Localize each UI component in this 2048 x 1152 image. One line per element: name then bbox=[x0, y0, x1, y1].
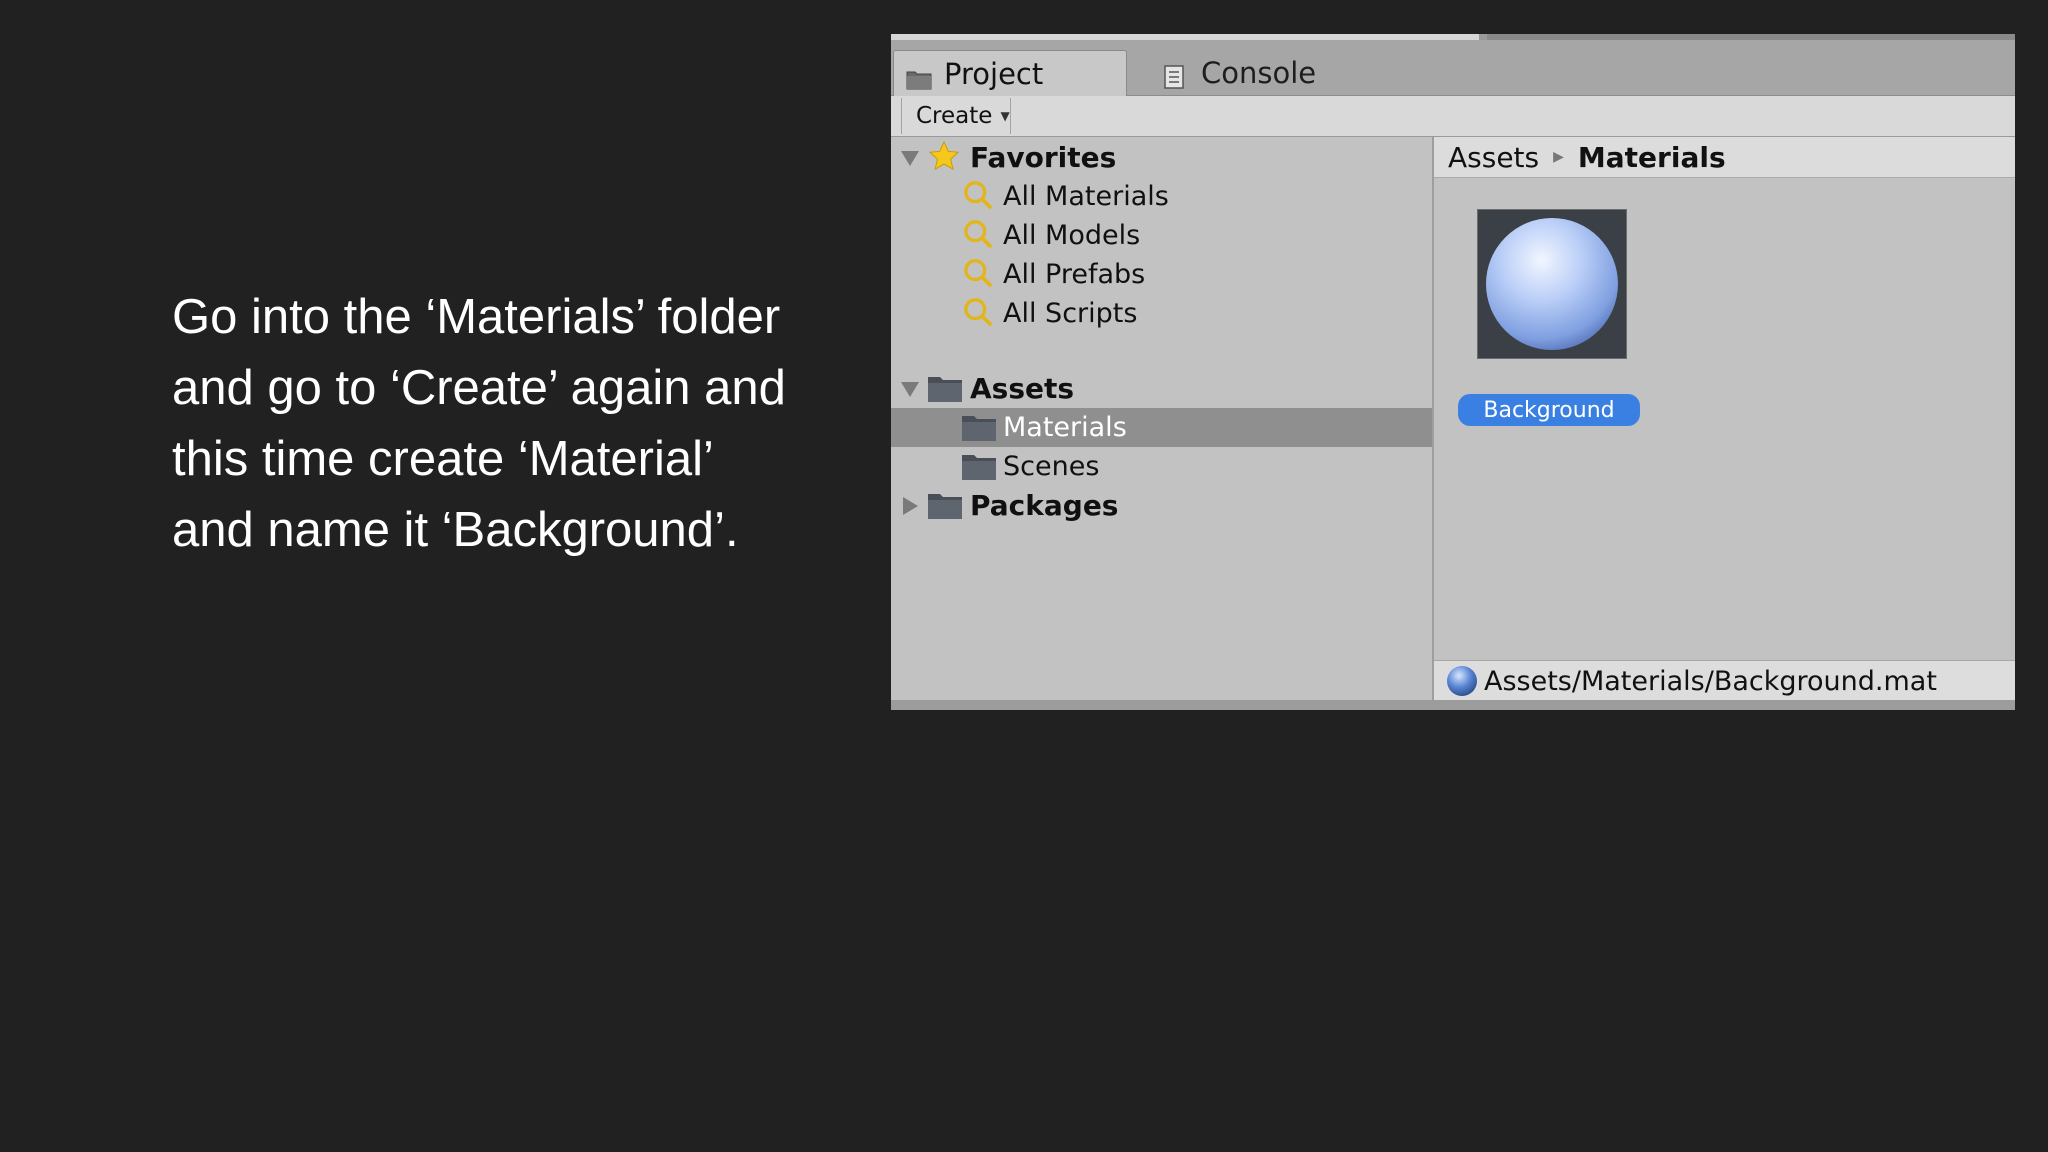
window-bottom-strip bbox=[891, 700, 2015, 710]
folder-icon bbox=[928, 494, 962, 519]
instruction-line: this time create ‘Material’ bbox=[172, 432, 714, 486]
tree-label: Packages bbox=[970, 489, 1119, 522]
instruction-text: Go into the ‘Materials’ folder and go to… bbox=[172, 282, 872, 566]
search-icon bbox=[964, 298, 993, 327]
tree-item-packages[interactable]: Packages bbox=[891, 486, 1432, 525]
tree-item-all-prefabs[interactable]: All Prefabs bbox=[891, 255, 1432, 294]
search-icon bbox=[964, 220, 993, 249]
material-sphere-icon bbox=[1486, 218, 1618, 350]
tree-item-all-scripts[interactable]: All Scripts bbox=[891, 294, 1432, 333]
tree-label: All Materials bbox=[1003, 181, 1169, 212]
tree-item-materials[interactable]: Materials bbox=[891, 408, 1432, 447]
tree-label: Materials bbox=[1003, 412, 1127, 443]
tab-project[interactable]: Project bbox=[893, 50, 1127, 96]
folder-icon bbox=[928, 377, 962, 402]
breadcrumb-separator-icon: ▶ bbox=[1553, 149, 1564, 165]
tab-console[interactable]: Console bbox=[1151, 50, 1351, 95]
status-bar: Assets/Materials/Background.mat bbox=[1434, 660, 2015, 701]
caret-down-icon: ▼ bbox=[1000, 109, 1010, 123]
tree-item-assets[interactable]: Assets bbox=[891, 369, 1432, 408]
material-asset-thumbnail[interactable] bbox=[1477, 209, 1627, 359]
tree-label: Scenes bbox=[1003, 451, 1100, 482]
tree-label: Assets bbox=[970, 372, 1075, 405]
expand-arrow-icon[interactable] bbox=[899, 378, 921, 400]
tree-label: All Scripts bbox=[1003, 298, 1138, 329]
breadcrumb: Assets ▶ Materials bbox=[1434, 137, 2015, 178]
expand-arrow-icon[interactable] bbox=[899, 147, 921, 169]
folder-icon bbox=[962, 416, 996, 441]
tab-label: Console bbox=[1201, 55, 1317, 90]
instruction-line: Go into the ‘Materials’ folder bbox=[172, 290, 781, 344]
project-window: Project Console Create ▼ Favorites All M… bbox=[891, 34, 2015, 710]
folder-icon bbox=[962, 455, 996, 480]
tree-item-scenes[interactable]: Scenes bbox=[891, 447, 1432, 486]
material-sphere-icon bbox=[1447, 666, 1477, 696]
asset-name-label[interactable]: Background bbox=[1458, 394, 1640, 426]
asset-path: Assets/Materials/Background.mat bbox=[1484, 665, 1937, 697]
create-dropdown-button[interactable]: Create ▼ bbox=[901, 98, 1011, 134]
tab-label: Project bbox=[944, 56, 1044, 91]
tab-bar: Project Console bbox=[891, 40, 2015, 96]
search-icon bbox=[964, 181, 993, 210]
breadcrumb-materials[interactable]: Materials bbox=[1578, 141, 1726, 174]
folder-tree: Favorites All Materials All Models All P… bbox=[891, 137, 1434, 710]
star-icon bbox=[928, 141, 960, 171]
instruction-line: and name it ‘Background’. bbox=[172, 503, 739, 557]
folder-icon bbox=[906, 63, 932, 89]
instruction-line: and go to ‘Create’ again and bbox=[172, 361, 786, 415]
collapse-arrow-icon[interactable] bbox=[899, 495, 921, 517]
tree-label: All Models bbox=[1003, 220, 1141, 251]
console-icon bbox=[1163, 62, 1189, 89]
tree-label: Favorites bbox=[970, 141, 1117, 174]
tree-label: All Prefabs bbox=[1003, 259, 1146, 290]
create-label: Create bbox=[916, 103, 993, 129]
tree-item-all-models[interactable]: All Models bbox=[891, 216, 1432, 255]
tree-item-favorites[interactable]: Favorites bbox=[891, 138, 1432, 177]
breadcrumb-assets[interactable]: Assets bbox=[1448, 141, 1539, 174]
search-icon bbox=[964, 259, 993, 288]
asset-browser: Assets ▶ Materials Background Assets/Mat… bbox=[1434, 137, 2015, 710]
project-toolbar: Create ▼ bbox=[891, 96, 2015, 137]
tree-item-all-materials[interactable]: All Materials bbox=[891, 177, 1432, 216]
